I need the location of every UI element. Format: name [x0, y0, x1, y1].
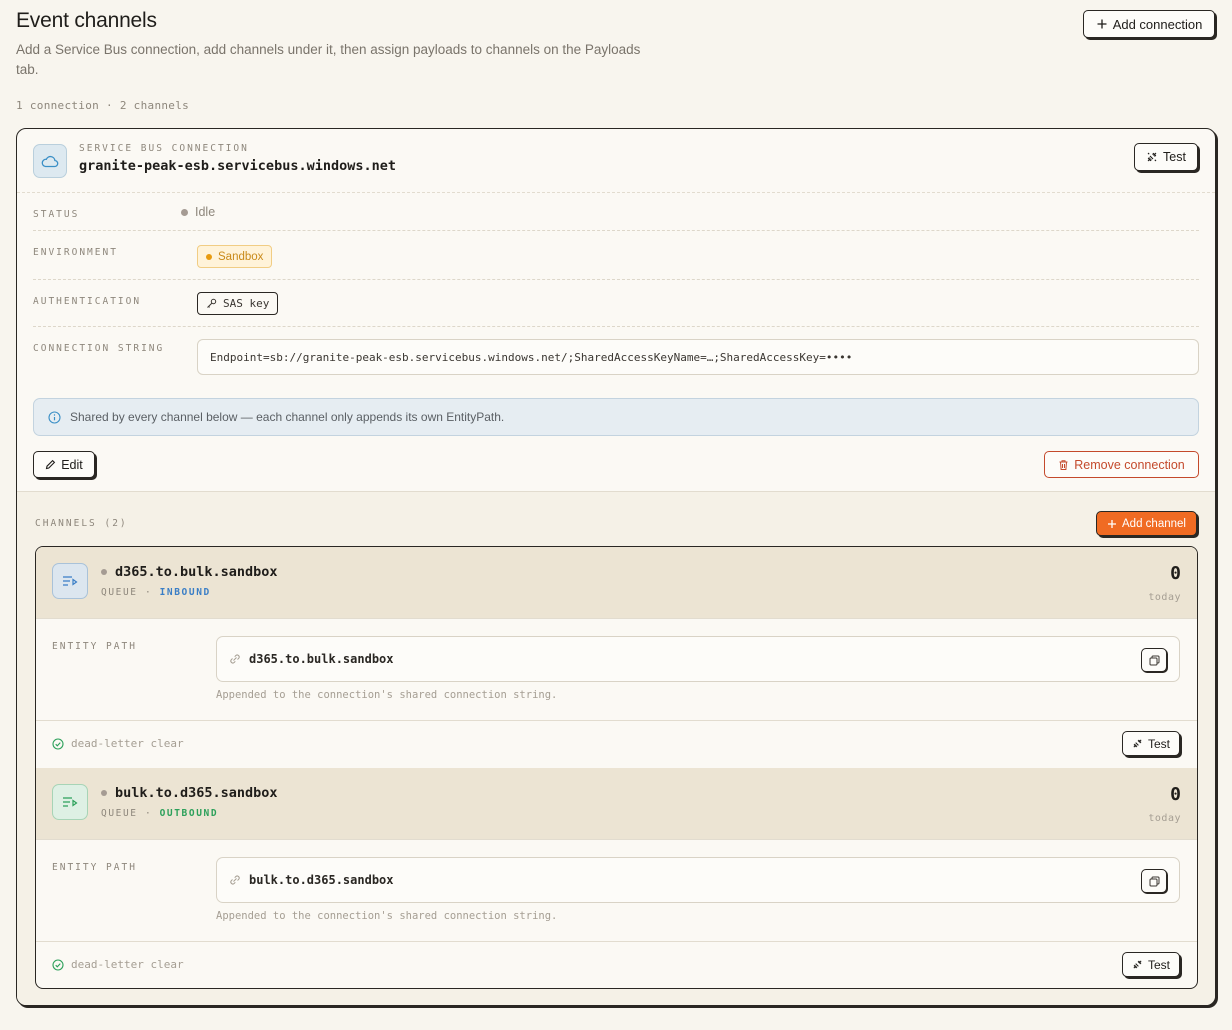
- channel-card: bulk.to.d365.sandbox QUEUE · OUTBOUND 0 …: [36, 768, 1197, 988]
- entity-path-hint: Appended to the connection's shared conn…: [216, 910, 558, 922]
- authentication-badge: SAS key: [197, 292, 279, 315]
- info-text: Shared by every channel below — each cha…: [70, 410, 505, 424]
- channels-section-label: Channels (2): [35, 518, 128, 529]
- environment-dot: [206, 253, 212, 260]
- entity-path-field[interactable]: d365.to.bulk.sandbox: [216, 636, 1180, 682]
- entity-path-value: bulk.to.d365.sandbox: [249, 873, 394, 887]
- entity-path-hint: Appended to the connection's shared conn…: [216, 689, 558, 701]
- channel-name-text: bulk.to.d365.sandbox: [115, 785, 278, 801]
- channel-test-button[interactable]: Test: [1122, 952, 1180, 977]
- status-value: Idle: [181, 205, 215, 219]
- channel-type: QUEUE: [101, 587, 138, 598]
- pencil-icon: [45, 459, 56, 470]
- channel-test-button[interactable]: Test: [1122, 731, 1180, 756]
- remove-connection-button[interactable]: Remove connection: [1044, 451, 1199, 478]
- authentication-label: Authentication: [33, 296, 142, 307]
- channel-count-label: today: [1148, 592, 1181, 603]
- channel-header[interactable]: d365.to.bulk.sandbox QUEUE · INBOUND 0 t…: [36, 547, 1197, 619]
- channel-direction: INBOUND: [159, 587, 211, 598]
- entity-path-field[interactable]: bulk.to.d365.sandbox: [216, 857, 1180, 903]
- environment-label: Environment: [33, 247, 118, 258]
- page-title: Event channels: [16, 9, 157, 32]
- entity-path-label: Entity path: [52, 641, 137, 652]
- channel-test-label: Test: [1147, 957, 1170, 972]
- edit-connection-button[interactable]: Edit: [33, 451, 95, 478]
- status-label: Status: [33, 209, 80, 220]
- dead-letter-text: dead-letter clear: [71, 737, 184, 750]
- copy-button[interactable]: [1141, 869, 1167, 893]
- entity-path-value: d365.to.bulk.sandbox: [249, 652, 394, 666]
- status-text: Idle: [195, 205, 216, 219]
- connection-card: Service Bus connection granite-peak-esb.…: [16, 128, 1216, 1006]
- channel-type: QUEUE: [101, 808, 138, 819]
- add-channel-label: Add channel: [1122, 517, 1186, 530]
- connection-test-button[interactable]: Test: [1134, 143, 1198, 171]
- info-icon: [48, 410, 61, 424]
- queue-icon: [52, 784, 88, 820]
- connstr-label: Connection string: [33, 343, 165, 354]
- check-circle-icon: [52, 958, 64, 971]
- add-connection-button[interactable]: Add connection: [1083, 10, 1215, 38]
- channel-meta: QUEUE · INBOUND: [101, 587, 211, 598]
- plug-icon: [1147, 152, 1157, 162]
- plus-icon: [1108, 519, 1117, 528]
- link-icon: [230, 875, 240, 885]
- key-icon: [207, 298, 217, 308]
- connection-header: Service Bus connection granite-peak-esb.…: [17, 129, 1215, 193]
- channel-footer: dead-letter clear Test: [36, 721, 1197, 768]
- shared-info-banner: Shared by every channel below — each cha…: [33, 398, 1199, 436]
- channels-section: Channels (2) Add channel d365.to.bulk.sa…: [17, 491, 1215, 1005]
- environment-text: Sandbox: [218, 250, 264, 263]
- connection-test-label: Test: [1163, 150, 1186, 164]
- channel-footer: dead-letter clear Test: [36, 942, 1197, 988]
- channel-name: bulk.to.d365.sandbox: [101, 785, 278, 801]
- page-description: Add a Service Bus connection, add channe…: [16, 42, 641, 77]
- edit-label: Edit: [61, 457, 83, 472]
- channel-count: 0: [1170, 784, 1181, 805]
- plug-icon: [1133, 739, 1142, 748]
- trash-icon: [1059, 459, 1068, 470]
- channel-card: d365.to.bulk.sandbox QUEUE · INBOUND 0 t…: [36, 547, 1197, 768]
- channel-count-label: today: [1148, 813, 1181, 824]
- check-circle-icon: [52, 737, 64, 750]
- cloud-icon: [33, 144, 67, 178]
- channel-meta: QUEUE · OUTBOUND: [101, 808, 218, 819]
- connection-kicker: Service Bus connection: [79, 143, 249, 154]
- copy-button[interactable]: [1141, 648, 1167, 672]
- dead-letter-status: dead-letter clear: [52, 958, 184, 971]
- connection-string-field[interactable]: Endpoint=sb://granite-peak-esb.servicebu…: [197, 339, 1199, 375]
- remove-label: Remove connection: [1074, 457, 1185, 472]
- connection-name: granite-peak-esb.servicebus.windows.net: [79, 158, 396, 174]
- add-channel-button[interactable]: Add channel: [1096, 511, 1197, 536]
- copy-icon: [1149, 876, 1159, 886]
- link-icon: [230, 654, 240, 664]
- channel-direction: OUTBOUND: [159, 808, 219, 819]
- channel-name-text: d365.to.bulk.sandbox: [115, 564, 278, 580]
- status-dot: [181, 208, 188, 216]
- channel-body: Entity path d365.to.bulk.sandbox Appende…: [36, 619, 1197, 721]
- authentication-text: SAS key: [223, 297, 270, 310]
- environment-badge: Sandbox: [197, 245, 273, 268]
- channel-status-dot: [101, 569, 107, 575]
- channel-name: d365.to.bulk.sandbox: [101, 564, 278, 580]
- channel-meta-separator: ·: [144, 587, 153, 598]
- plus-icon: [1097, 19, 1107, 29]
- queue-icon: [52, 563, 88, 599]
- copy-icon: [1149, 655, 1159, 665]
- channel-test-label: Test: [1147, 736, 1170, 751]
- entity-path-label: Entity path: [52, 862, 137, 873]
- channel-count: 0: [1170, 563, 1181, 584]
- dead-letter-status: dead-letter clear: [52, 737, 184, 750]
- channel-body: Entity path bulk.to.d365.sandbox Appende…: [36, 840, 1197, 942]
- dead-letter-text: dead-letter clear: [71, 958, 184, 971]
- channel-meta-separator: ·: [144, 808, 153, 819]
- add-connection-label: Add connection: [1112, 16, 1203, 32]
- channel-status-dot: [101, 790, 107, 796]
- channels-list: d365.to.bulk.sandbox QUEUE · INBOUND 0 t…: [35, 546, 1198, 989]
- summary-count: 1 connection · 2 channels: [16, 99, 190, 112]
- plug-icon: [1133, 960, 1142, 969]
- channel-header[interactable]: bulk.to.d365.sandbox QUEUE · OUTBOUND 0 …: [36, 768, 1197, 840]
